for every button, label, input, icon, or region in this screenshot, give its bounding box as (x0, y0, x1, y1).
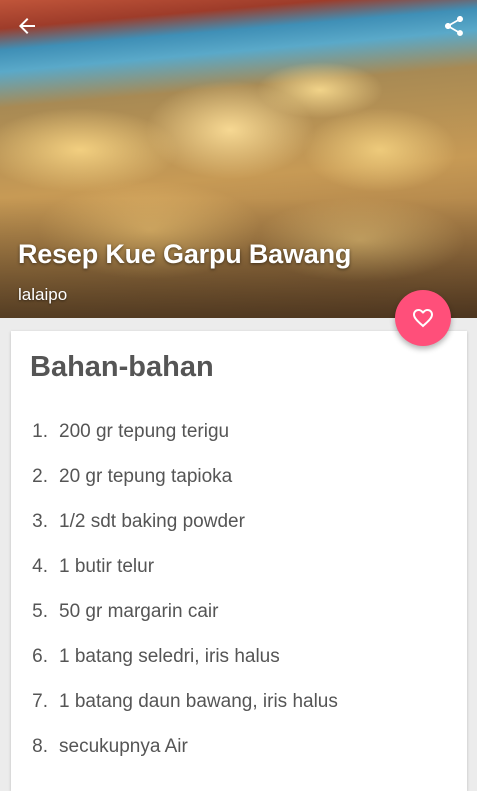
item-number: 6. (32, 645, 48, 667)
item-number: 4. (32, 555, 48, 577)
item-text: 50 gr margarin cair (59, 600, 219, 622)
item-text: 1 batang seledri, iris halus (59, 645, 280, 667)
ingredients-list: 1. 200 gr tepung terigu 2. 20 gr tepung ta… (11, 409, 467, 769)
list-item: 6. 1 batang seledri, iris halus (11, 634, 467, 679)
item-text: 200 gr tepung terigu (59, 420, 230, 442)
ingredients-card: Bahan-bahan 1. 200 gr tepung terigu 2. 20 … (11, 331, 467, 791)
share-button[interactable] (434, 8, 474, 44)
list-item: 4. 1 butir telur (11, 544, 467, 589)
share-icon (445, 16, 463, 36)
favorite-button[interactable] (395, 290, 451, 346)
heart-outline-icon (413, 309, 433, 328)
list-item: 2. 20 gr tepung tapioka (11, 454, 467, 499)
item-text: 20 gr tepung tapioka (59, 465, 233, 487)
recipe-title: Resep Kue Garpu Bawang (18, 239, 352, 269)
arrow-left-icon (19, 18, 35, 34)
item-text: 1/2 sdt baking powder (59, 510, 245, 532)
item-number: 3. (32, 510, 48, 532)
list-item: 5. 50 gr margarin cair (11, 589, 467, 634)
item-number: 1. (32, 420, 48, 442)
item-number: 2. (32, 465, 48, 487)
list-item: 1. 200 gr tepung terigu (11, 409, 467, 454)
list-item: 7. 1 batang daun bawang, iris halus (11, 679, 467, 724)
item-number: 7. (32, 690, 48, 712)
item-number: 5. (32, 600, 48, 622)
top-app-bar (0, 0, 477, 52)
back-button[interactable] (7, 8, 47, 44)
recipe-author[interactable]: lalaipo (18, 285, 67, 305)
list-item: 3. 1/2 sdt baking powder (11, 499, 467, 544)
item-text: 1 batang daun bawang, iris halus (59, 690, 338, 712)
item-number: 8. (32, 735, 48, 757)
list-item: 8. secukupnya Air (11, 724, 467, 769)
item-text: secukupnya Air (59, 735, 188, 757)
ingredients-heading: Bahan-bahan (30, 351, 214, 383)
item-text: 1 butir telur (59, 555, 155, 577)
